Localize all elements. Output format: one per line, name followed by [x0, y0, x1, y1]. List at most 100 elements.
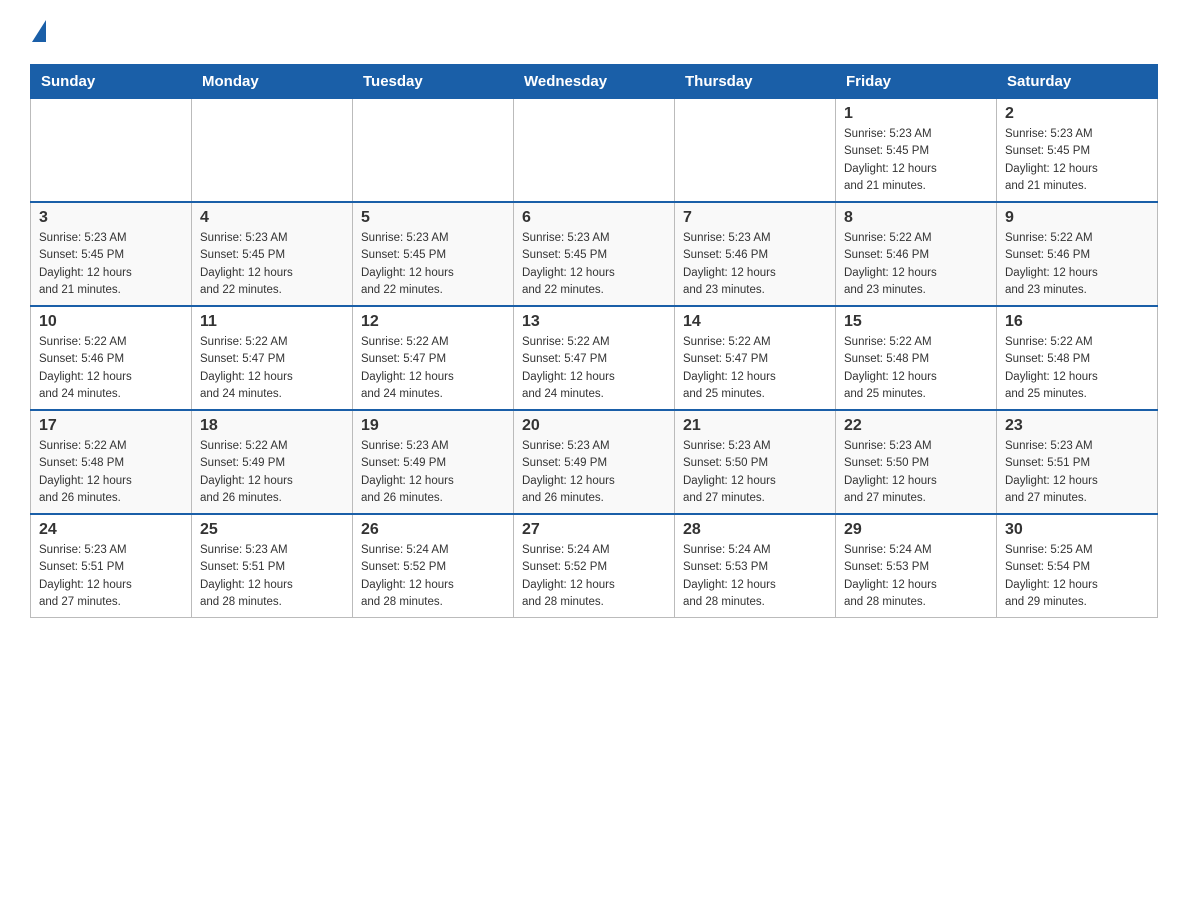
logo	[30, 20, 50, 44]
calendar-day-empty-1	[192, 99, 353, 203]
calendar-day-30: 30 Sunrise: 5:25 AMSunset: 5:54 PMDayligh…	[997, 514, 1158, 618]
calendar-header-row: SundayMondayTuesdayWednesdayThursdayFrid…	[31, 65, 1158, 99]
day-number: 15	[844, 313, 988, 331]
calendar-day-9: 9 Sunrise: 5:22 AMSunset: 5:46 PMDaylight…	[997, 202, 1158, 306]
day-info: Sunrise: 5:24 AMSunset: 5:52 PMDaylight:…	[361, 542, 505, 611]
calendar-day-13: 13Sunrise: 5:22 AMSunset: 5:47 PMDayligh…	[514, 306, 675, 410]
calendar-header-thursday: Thursday	[675, 65, 836, 99]
day-number: 28	[683, 521, 827, 539]
day-info: Sunrise: 5:23 AMSunset: 5:45 PMDaylight:…	[200, 230, 344, 299]
day-info: Sunrise: 5:22 AMSunset: 5:47 PMDaylight:…	[200, 334, 344, 403]
calendar-header-saturday: Saturday	[997, 65, 1158, 99]
calendar-day-24: 24 Sunrise: 5:23 AMSunset: 5:51 PMDayligh…	[31, 514, 192, 618]
day-info: Sunrise: 5:23 AMSunset: 5:45 PMDaylight:…	[1005, 126, 1149, 195]
day-number: 7	[683, 209, 827, 227]
day-info: Sunrise: 5:22 AMSunset: 5:49 PMDaylight:…	[200, 438, 344, 507]
day-number: 22	[844, 417, 988, 435]
calendar-day-19: 19Sunrise: 5:23 AMSunset: 5:49 PMDayligh…	[353, 410, 514, 514]
calendar-day-28: 28 Sunrise: 5:24 AMSunset: 5:53 PMDayligh…	[675, 514, 836, 618]
day-number: 14	[683, 313, 827, 331]
day-info: Sunrise: 5:23 AMSunset: 5:45 PMDaylight:…	[361, 230, 505, 299]
calendar-header-sunday: Sunday	[31, 65, 192, 99]
calendar-day-3: 3Sunrise: 5:23 AMSunset: 5:45 PMDaylight…	[31, 202, 192, 306]
calendar-header-friday: Friday	[836, 65, 997, 99]
page-header	[30, 20, 1158, 44]
calendar-day-empty-2	[353, 99, 514, 203]
day-info: Sunrise: 5:22 AMSunset: 5:47 PMDaylight:…	[522, 334, 666, 403]
calendar-day-empty-3	[514, 99, 675, 203]
day-info: Sunrise: 5:22 AMSunset: 5:46 PMDaylight:…	[39, 334, 183, 403]
day-info: Sunrise: 5:22 AMSunset: 5:48 PMDaylight:…	[844, 334, 988, 403]
day-info: Sunrise: 5:23 AMSunset: 5:45 PMDaylight:…	[39, 230, 183, 299]
day-info: Sunrise: 5:23 AMSunset: 5:49 PMDaylight:…	[522, 438, 666, 507]
day-number: 9	[1005, 209, 1149, 227]
calendar-day-5: 5 Sunrise: 5:23 AMSunset: 5:45 PMDaylight…	[353, 202, 514, 306]
calendar-day-18: 18 Sunrise: 5:22 AMSunset: 5:49 PMDayligh…	[192, 410, 353, 514]
day-number: 12	[361, 313, 505, 331]
calendar-day-21: 21 Sunrise: 5:23 AMSunset: 5:50 PMDayligh…	[675, 410, 836, 514]
day-number: 19	[361, 417, 505, 435]
calendar-day-10: 10 Sunrise: 5:22 AMSunset: 5:46 PMDayligh…	[31, 306, 192, 410]
day-number: 10	[39, 313, 183, 331]
calendar-day-15: 15 Sunrise: 5:22 AMSunset: 5:48 PMDayligh…	[836, 306, 997, 410]
calendar-day-8: 8 Sunrise: 5:22 AMSunset: 5:46 PMDaylight…	[836, 202, 997, 306]
day-info: Sunrise: 5:23 AMSunset: 5:50 PMDaylight:…	[683, 438, 827, 507]
calendar-week-4: 17 Sunrise: 5:22 AMSunset: 5:48 PMDayligh…	[31, 410, 1158, 514]
day-info: Sunrise: 5:22 AMSunset: 5:47 PMDaylight:…	[683, 334, 827, 403]
calendar-header-monday: Monday	[192, 65, 353, 99]
calendar-day-12: 12 Sunrise: 5:22 AMSunset: 5:47 PMDayligh…	[353, 306, 514, 410]
day-info: Sunrise: 5:24 AMSunset: 5:53 PMDaylight:…	[683, 542, 827, 611]
day-info: Sunrise: 5:22 AMSunset: 5:47 PMDaylight:…	[361, 334, 505, 403]
day-number: 20	[522, 417, 666, 435]
calendar-day-22: 22 Sunrise: 5:23 AMSunset: 5:50 PMDayligh…	[836, 410, 997, 514]
calendar-week-1: 1 Sunrise: 5:23 AMSunset: 5:45 PMDaylight…	[31, 99, 1158, 203]
calendar-week-3: 10 Sunrise: 5:22 AMSunset: 5:46 PMDayligh…	[31, 306, 1158, 410]
day-info: Sunrise: 5:22 AMSunset: 5:48 PMDaylight:…	[39, 438, 183, 507]
calendar-day-2: 2 Sunrise: 5:23 AMSunset: 5:45 PMDaylight…	[997, 99, 1158, 203]
day-info: Sunrise: 5:23 AMSunset: 5:51 PMDaylight:…	[200, 542, 344, 611]
calendar-day-27: 27Sunrise: 5:24 AMSunset: 5:52 PMDayligh…	[514, 514, 675, 618]
day-number: 17	[39, 417, 183, 435]
day-info: Sunrise: 5:23 AMSunset: 5:46 PMDaylight:…	[683, 230, 827, 299]
day-number: 5	[361, 209, 505, 227]
day-info: Sunrise: 5:25 AMSunset: 5:54 PMDaylight:…	[1005, 542, 1149, 611]
calendar-week-2: 3Sunrise: 5:23 AMSunset: 5:45 PMDaylight…	[31, 202, 1158, 306]
calendar-day-empty-0	[31, 99, 192, 203]
calendar-day-7: 7 Sunrise: 5:23 AMSunset: 5:46 PMDaylight…	[675, 202, 836, 306]
day-info: Sunrise: 5:23 AMSunset: 5:45 PMDaylight:…	[522, 230, 666, 299]
day-number: 8	[844, 209, 988, 227]
calendar-day-empty-4	[675, 99, 836, 203]
calendar-day-23: 23Sunrise: 5:23 AMSunset: 5:51 PMDayligh…	[997, 410, 1158, 514]
calendar-header-tuesday: Tuesday	[353, 65, 514, 99]
calendar-header-wednesday: Wednesday	[514, 65, 675, 99]
day-number: 6	[522, 209, 666, 227]
day-number: 4	[200, 209, 344, 227]
logo-triangle-icon	[32, 20, 46, 42]
day-info: Sunrise: 5:23 AMSunset: 5:51 PMDaylight:…	[39, 542, 183, 611]
calendar-day-16: 16 Sunrise: 5:22 AMSunset: 5:48 PMDayligh…	[997, 306, 1158, 410]
day-number: 30	[1005, 521, 1149, 539]
calendar-day-14: 14 Sunrise: 5:22 AMSunset: 5:47 PMDayligh…	[675, 306, 836, 410]
day-number: 27	[522, 521, 666, 539]
day-info: Sunrise: 5:22 AMSunset: 5:48 PMDaylight:…	[1005, 334, 1149, 403]
day-number: 2	[1005, 105, 1149, 123]
day-info: Sunrise: 5:23 AMSunset: 5:50 PMDaylight:…	[844, 438, 988, 507]
day-number: 26	[361, 521, 505, 539]
day-info: Sunrise: 5:23 AMSunset: 5:51 PMDaylight:…	[1005, 438, 1149, 507]
day-info: Sunrise: 5:22 AMSunset: 5:46 PMDaylight:…	[844, 230, 988, 299]
day-info: Sunrise: 5:23 AMSunset: 5:45 PMDaylight:…	[844, 126, 988, 195]
calendar-day-6: 6 Sunrise: 5:23 AMSunset: 5:45 PMDaylight…	[514, 202, 675, 306]
day-info: Sunrise: 5:24 AMSunset: 5:53 PMDaylight:…	[844, 542, 988, 611]
day-number: 16	[1005, 313, 1149, 331]
calendar-day-1: 1 Sunrise: 5:23 AMSunset: 5:45 PMDaylight…	[836, 99, 997, 203]
calendar-day-4: 4 Sunrise: 5:23 AMSunset: 5:45 PMDaylight…	[192, 202, 353, 306]
day-info: Sunrise: 5:22 AMSunset: 5:46 PMDaylight:…	[1005, 230, 1149, 299]
calendar-week-5: 24 Sunrise: 5:23 AMSunset: 5:51 PMDayligh…	[31, 514, 1158, 618]
day-number: 21	[683, 417, 827, 435]
day-number: 18	[200, 417, 344, 435]
calendar-table: SundayMondayTuesdayWednesdayThursdayFrid…	[30, 64, 1158, 618]
calendar-day-25: 25Sunrise: 5:23 AMSunset: 5:51 PMDayligh…	[192, 514, 353, 618]
calendar-day-11: 11Sunrise: 5:22 AMSunset: 5:47 PMDayligh…	[192, 306, 353, 410]
day-number: 24	[39, 521, 183, 539]
day-number: 1	[844, 105, 988, 123]
